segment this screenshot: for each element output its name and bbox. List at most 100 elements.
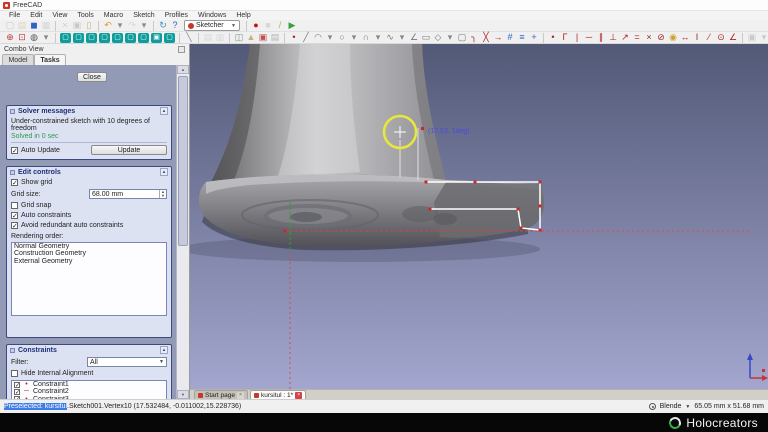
view-bottom-icon[interactable]: ▢ — [125, 32, 136, 43]
view-front-icon[interactable]: ▢ — [73, 32, 84, 43]
toggle-driving-icon[interactable]: ▣ — [746, 32, 758, 43]
constraint-hdistance-icon[interactable]: ↔ — [679, 32, 691, 43]
constraint-checkbox[interactable] — [14, 381, 20, 389]
draw-style-arrow-icon[interactable]: ▾ — [40, 32, 52, 43]
sketch-polyline-icon[interactable]: ∠ — [408, 32, 420, 43]
collapse-arrow-icon[interactable]: ▴ — [160, 107, 168, 115]
sketch-point-icon[interactable]: • — [288, 32, 300, 43]
3d-viewport[interactable]: (17.53, 1deg) — [190, 44, 768, 389]
tab-tasks[interactable]: Tasks — [34, 54, 66, 65]
panel-float-icon[interactable] — [178, 45, 185, 53]
collapse-arrow-icon[interactable]: ▴ — [160, 168, 168, 176]
menu-item[interactable]: Edit — [25, 12, 47, 19]
redo-icon[interactable]: ↷ — [126, 20, 138, 31]
view-axonometric-icon[interactable]: ▢ — [164, 32, 175, 43]
sketch-rectangle-icon[interactable]: ▭ — [420, 32, 432, 43]
rendering-order-item[interactable]: Normal Geometry — [12, 243, 166, 250]
macro-play-icon[interactable]: ▶ — [286, 20, 298, 31]
arc-menu-arrow-icon[interactable]: ▾ — [324, 32, 336, 43]
sketch-bspline-icon[interactable]: ∿ — [384, 32, 396, 43]
constraint-angle-icon[interactable]: ∠ — [727, 32, 739, 43]
chevron-down-icon[interactable]: ▼ — [685, 404, 690, 410]
view-save-icon[interactable]: ◫ — [233, 32, 245, 43]
view-load-icon[interactable]: ▲ — [245, 32, 257, 43]
navigation-style-value[interactable]: Blende — [660, 403, 682, 410]
constraint-equal-icon[interactable]: = — [631, 32, 643, 43]
constraint-radius-icon[interactable]: ⊙ — [715, 32, 727, 43]
carbon-copy-icon[interactable]: ≡ — [516, 32, 528, 43]
view-home-icon[interactable]: ▣ — [151, 32, 162, 43]
sketch-polygon-icon[interactable]: ◇ — [432, 32, 444, 43]
view-rear-icon[interactable]: ▢ — [112, 32, 123, 43]
spinner-arrows-icon[interactable]: ▲ ▼ — [159, 190, 166, 198]
draw-style-icon[interactable]: ◍ — [28, 32, 40, 43]
constraint-parallel-icon[interactable]: ∥ — [595, 32, 607, 43]
constraint-vdistance-icon[interactable]: I — [691, 32, 703, 43]
open-file-icon[interactable]: ▤ — [16, 20, 28, 31]
scrollbar-thumb[interactable] — [178, 76, 188, 246]
view-right-icon[interactable]: ▢ — [99, 32, 110, 43]
constraints-list[interactable]: • Constraint1 ─ Constraint2 • — [11, 380, 167, 399]
print-icon[interactable]: ▦ — [40, 20, 52, 31]
constraint-coincident-icon[interactable]: • — [547, 32, 559, 43]
save-icon[interactable]: ◼ — [28, 20, 40, 31]
menu-item[interactable]: Sketch — [128, 12, 159, 19]
circle-menu-arrow-icon[interactable]: ▾ — [348, 32, 360, 43]
constraint-row[interactable]: ─ Constraint2 — [12, 388, 166, 396]
constraint-distance-icon[interactable]: ∕ — [703, 32, 715, 43]
menu-item[interactable]: Windows — [193, 12, 231, 19]
view-top-icon[interactable]: ▢ — [86, 32, 97, 43]
constraint-perpendicular-icon[interactable]: ⊥ — [607, 32, 619, 43]
rendering-order-item[interactable]: Construction Geometry — [12, 250, 166, 257]
zoom-box-icon[interactable]: ⊡ — [16, 32, 28, 43]
sketch-arc-icon[interactable]: ◠ — [312, 32, 324, 43]
zoom-in-icon[interactable]: ⊕ — [4, 32, 16, 43]
constraint-point-on-object-icon[interactable]: Γ — [559, 32, 571, 43]
sketch-fillet-icon[interactable]: ╮ — [468, 32, 480, 43]
refresh-icon[interactable]: ↻ — [157, 20, 169, 31]
construction-mode-icon[interactable]: + — [528, 32, 540, 43]
conic-menu-arrow-icon[interactable]: ▾ — [372, 32, 384, 43]
constraint-row[interactable]: • Constraint1 — [12, 381, 166, 389]
sketch-circle-icon[interactable]: ○ — [336, 32, 348, 43]
constraint-checkbox[interactable] — [14, 388, 20, 396]
auto-update-checkbox[interactable] — [11, 146, 18, 155]
link-make-icon[interactable]: ▤ — [202, 32, 214, 43]
workbench-selector[interactable]: Sketcher ▼ — [184, 20, 240, 31]
grid-snap-checkbox[interactable] — [11, 202, 18, 209]
sketch-trim-icon[interactable]: ╳ — [480, 32, 492, 43]
cut-icon[interactable]: × — [59, 20, 71, 31]
macro-record-icon[interactable]: ● — [250, 20, 262, 31]
avoid-redundant-checkbox[interactable] — [11, 222, 18, 230]
view-isometric-icon[interactable]: ▢ — [60, 32, 71, 43]
constraint-lock-icon[interactable]: ◉ — [667, 32, 679, 43]
scroll-up-icon[interactable]: ▲ — [177, 65, 189, 74]
new-file-icon[interactable]: ▢ — [4, 20, 16, 31]
menu-item[interactable]: Profiles — [160, 12, 193, 19]
link-replace-icon[interactable]: ▥ — [214, 32, 226, 43]
toggle-arrow-icon[interactable]: ▾ — [758, 32, 768, 43]
menu-item[interactable]: Macro — [99, 12, 128, 19]
document-tab[interactable]: kursitul : 1* × — [250, 390, 307, 399]
rendering-order-list[interactable]: Normal Geometry Construction Geometry Exte… — [11, 242, 167, 316]
auto-constraints-checkbox[interactable] — [11, 212, 18, 220]
sketch-slot-icon[interactable]: ▢ — [456, 32, 468, 43]
document-tab[interactable]: Start page × — [194, 390, 248, 399]
bspline-menu-arrow-icon[interactable]: ▾ — [396, 32, 408, 43]
constraint-block-icon[interactable]: ⊘ — [655, 32, 667, 43]
close-button[interactable]: Close — [77, 72, 107, 82]
panel-scrollbar[interactable]: ▲ ▼ — [176, 65, 189, 399]
view-left-icon[interactable]: ▢ — [138, 32, 149, 43]
copy-icon[interactable]: ▣ — [71, 20, 83, 31]
tab-close-icon[interactable]: × — [295, 391, 303, 399]
macro-edit-icon[interactable]: / — [274, 20, 286, 31]
sketch-conic-icon[interactable]: ∩ — [360, 32, 372, 43]
polygon-menu-arrow-icon[interactable]: ▾ — [444, 32, 456, 43]
grid-size-input[interactable]: 68.00 mm ▲ ▼ — [89, 189, 167, 199]
macro-stop-icon[interactable]: ■ — [262, 20, 274, 31]
filter-dropdown[interactable]: All ▼ — [87, 357, 167, 367]
constraint-vertical-icon[interactable]: | — [571, 32, 583, 43]
constraint-symmetric-icon[interactable]: × — [643, 32, 655, 43]
redo-arrow-icon[interactable]: ▾ — [138, 20, 150, 31]
tab-close-icon[interactable]: × — [237, 391, 244, 399]
